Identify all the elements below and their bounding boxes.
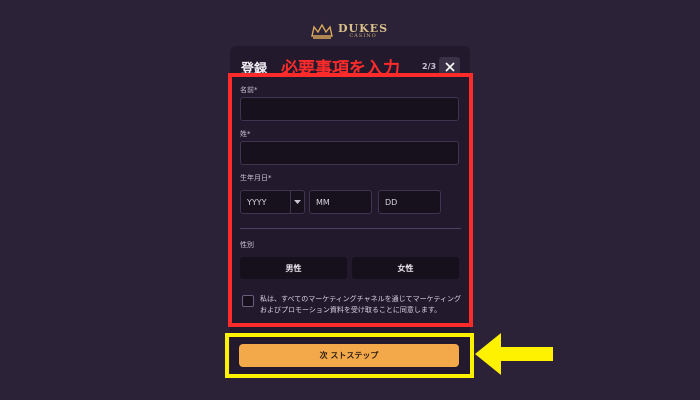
dob-year-select[interactable]: YYYY — [240, 190, 305, 214]
dob-day-field[interactable]: DD — [378, 190, 441, 214]
divider — [240, 228, 461, 229]
consent-text: 私は、すべてのマーケティングチャネルを通じてマーケティングおよびプロモーション資… — [260, 295, 462, 314]
first-name-label: 名前* — [240, 86, 258, 94]
brand-tagline: CASINO — [349, 33, 377, 39]
gender-female-button[interactable]: 女性 — [352, 257, 459, 279]
dropdown-arrow — [290, 191, 304, 213]
step-indicator: 2/3 — [422, 62, 437, 71]
brand-logo: DUKES CASINO — [310, 20, 400, 42]
dob-year-placeholder: YYYY — [247, 197, 267, 207]
next-button-highlight: 次 ストステップ — [225, 333, 474, 378]
form-highlight: 名前* 姓* 生年月日* YYYY MM DD 性別 男性 女性 私は、すべての… — [228, 73, 473, 327]
dob-month-field[interactable]: MM — [309, 190, 372, 214]
first-name-field[interactable] — [240, 97, 459, 121]
last-name-field[interactable] — [240, 141, 459, 165]
gender-male-button[interactable]: 男性 — [240, 257, 347, 279]
crown-icon — [311, 23, 333, 39]
chevron-down-icon — [294, 200, 301, 204]
close-icon — [444, 61, 455, 72]
dob-month-placeholder: MM — [316, 197, 330, 207]
pointer-arrow-icon — [475, 333, 553, 375]
consent-checkbox[interactable] — [242, 295, 254, 307]
next-step-button[interactable]: 次 ストステップ — [239, 344, 459, 367]
last-name-label: 姓* — [240, 130, 251, 138]
gender-label: 性別 — [240, 241, 254, 249]
dob-day-placeholder: DD — [385, 197, 398, 207]
dob-label: 生年月日* — [240, 174, 272, 182]
